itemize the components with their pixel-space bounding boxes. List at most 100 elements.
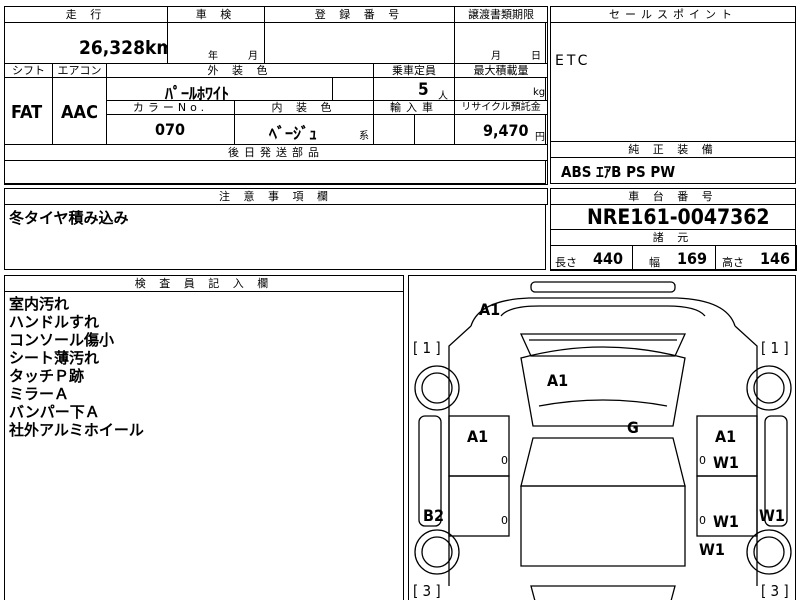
length-value: 440 [593, 249, 624, 268]
shift-value: FAT [11, 102, 43, 123]
capacity-unit: 人 [438, 91, 448, 101]
damage-mark: A1 [547, 371, 569, 390]
front-left-tire-inner [421, 372, 453, 404]
registration-cell [264, 22, 455, 64]
damage-mark: W1 [713, 453, 739, 472]
length-label: 長さ [555, 256, 577, 269]
rear-bumper [530, 585, 676, 600]
left-front-door [448, 415, 510, 477]
exterior-value: ﾊﾟｰﾙﾎﾜｲﾄ [165, 84, 230, 101]
import-cell-b [414, 114, 455, 145]
equipment-value: ABS ｴｱB PS PW [561, 163, 676, 181]
capacity-header: 乗車定員 [373, 63, 455, 78]
inspection-year-unit: 年 [208, 51, 218, 62]
exterior-cell: ﾊﾟｰﾙﾎﾜｲﾄ [106, 77, 333, 101]
rear-right-tire-inner [753, 536, 785, 568]
zero-mark: 0 [699, 454, 706, 467]
zero-mark: 0 [501, 514, 508, 527]
zero-mark: 0 [501, 454, 508, 467]
color-no-value: 070 [155, 120, 186, 139]
mileage-unit: km [145, 37, 167, 59]
inspector-line: バンパー下Ａ [9, 403, 100, 421]
inspection-month-unit: 月 [248, 51, 258, 62]
chassis-value: NRE161-0047362 [587, 205, 770, 229]
chassis-box: 車 台 番 号 NRE161-0047362 諸 元 長さ 440 幅 169 … [550, 188, 797, 271]
shift-cell: FAT [4, 77, 53, 145]
damage-mark: W1 [713, 512, 739, 531]
bracket-mark: [ 3 ] [413, 582, 441, 600]
front-bumper-bar [530, 281, 676, 293]
damage-mark: B2 [423, 506, 444, 525]
aircon-header: エアコン [52, 63, 107, 78]
inspector-line: タッチＰ跡 [9, 367, 85, 385]
length-cell: 長さ 440 [550, 245, 633, 271]
inspection-cell: 年 月 [167, 22, 265, 64]
exterior-extra-cell [332, 77, 374, 101]
damage-mark: A1 [479, 300, 501, 319]
car-diagram-box: A1 A1 G A1 A1 W1 B2 W1 W1 W1 [ 1 ] [ 1 ]… [408, 275, 796, 600]
shift-header: シフト [4, 63, 53, 78]
recycle-unit: 円 [535, 132, 545, 143]
width-cell: 幅 169 [632, 245, 716, 271]
inspector-line: ハンドルすれ [9, 313, 100, 331]
hood-inner [500, 305, 706, 317]
color-no-cell: 070 [106, 114, 235, 145]
later-parts-cell [4, 160, 548, 185]
import-cell-a [373, 114, 415, 145]
zero-mark: 0 [699, 514, 706, 527]
recycle-cell: 9,470 円 [454, 114, 548, 145]
equipment-box: 純 正 装 備 ABS ｴｱB PS PW [550, 141, 796, 184]
height-value: 146 [760, 249, 791, 268]
interior-suffix: 系 [359, 131, 369, 142]
damage-mark: A1 [715, 427, 737, 446]
height-cell: 高さ 146 [715, 245, 797, 271]
registration-header: 登 録 番 号 [264, 6, 455, 23]
inspector-line: 社外アルミホイール [9, 421, 144, 439]
capacity-value: 5 [418, 80, 429, 100]
inspector-line: シート薄汚れ [9, 349, 100, 367]
recycle-value: 9,470 [483, 121, 529, 140]
interior-value: ﾍﾞｰｼﾞｭ [269, 124, 318, 143]
width-value: 169 [677, 249, 708, 268]
load-header: 最大積載量 [454, 63, 548, 78]
inspector-line: 室内汚れ [9, 295, 70, 313]
aircon-cell: AAC [52, 77, 107, 145]
sales-point-value: ETC [555, 53, 591, 69]
rear-left-tire-inner [421, 536, 453, 568]
damage-mark: W1 [759, 506, 785, 525]
width-label: 幅 [649, 256, 660, 269]
left-rear-door [448, 475, 510, 537]
front-right-tire-inner [753, 372, 785, 404]
interior-header: 内 装 色 [234, 100, 374, 115]
inspection-header: 車 検 [167, 6, 265, 23]
caution-header: 注 意 事 項 欄 [4, 188, 548, 205]
inspector-lines: 室内汚れ ハンドルすれ コンソール傷小 シート薄汚れ タッチＰ跡 ミラーＡ バン… [9, 295, 144, 439]
recycle-header: リサイクル預託金 [454, 100, 548, 115]
inspector-header: 検 査 員 記 入 欄 [4, 275, 404, 292]
caution-value: 冬タイヤ積み込み [9, 209, 129, 227]
spec-header: 諸 元 [550, 229, 796, 246]
color-no-header: カラーNo. [106, 100, 235, 115]
chassis-header: 車 台 番 号 [550, 188, 796, 205]
body-left-side [448, 325, 472, 586]
transfer-cell: 月 日 [454, 22, 548, 64]
exterior-header: 外 装 色 [106, 63, 374, 78]
equipment-header: 純 正 装 備 [550, 141, 796, 158]
hood-outline [470, 297, 736, 327]
damage-mark: W1 [699, 540, 725, 559]
caution-box: 注 意 事 項 欄 冬タイヤ積み込み [4, 188, 548, 270]
inspector-line: ミラーＡ [9, 385, 70, 403]
later-parts-header: 後日発送部品 [4, 144, 548, 161]
inspector-box: 検 査 員 記 入 欄 室内汚れ ハンドルすれ コンソール傷小 シート薄汚れ タ… [4, 275, 404, 600]
transfer-month-unit: 月 [491, 51, 501, 62]
roof-outline [520, 346, 686, 427]
damage-mark: A1 [467, 427, 489, 446]
import-header: 輸入車 [373, 100, 455, 115]
roof-front-line [538, 399, 668, 407]
load-unit: kg [533, 87, 546, 98]
capacity-cell: 5 人 [373, 77, 455, 101]
vehicle-info-grid: 走 行 車 検 登 録 番 号 譲渡書類期限 26,328 km 年 月 月 日… [4, 6, 548, 185]
mileage-value: 26,328 [79, 37, 145, 59]
transfer-day-unit: 日 [531, 51, 541, 62]
rear-glass [520, 437, 686, 487]
